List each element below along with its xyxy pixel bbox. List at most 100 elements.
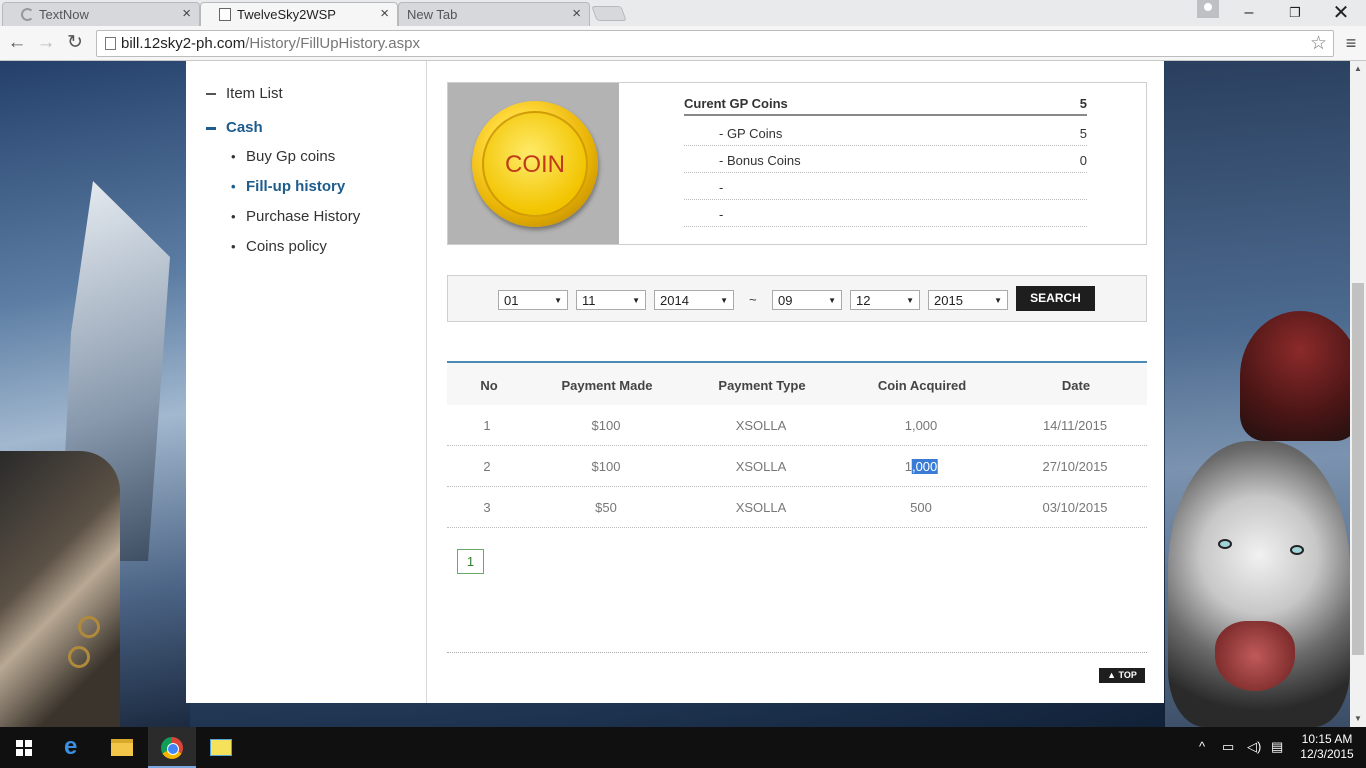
column-header: Payment Made	[561, 378, 653, 393]
taskbar-chrome[interactable]	[148, 727, 196, 768]
chrome-icon	[161, 737, 183, 759]
table-row: 2 $100 XSOLLA 1,000 27/10/2015	[447, 446, 1147, 487]
cell-coin: 500	[910, 500, 932, 515]
from-year-select[interactable]: 2014 ▼	[654, 290, 734, 310]
sidebar-item-buy-gp-coins[interactable]: Buy Gp coins	[231, 148, 335, 165]
taskbar-clock[interactable]: 10:15 AM 12/3/2015	[1300, 732, 1354, 762]
loading-icon	[21, 8, 34, 21]
taskbar-sticky-notes[interactable]	[197, 727, 245, 768]
browser-toolbar: ← → ↻ bill.12sky2-ph.com/History/FillUpH…	[0, 26, 1366, 61]
back-to-top-button[interactable]: ▲ TOP	[1099, 668, 1145, 683]
url-path: /History/FillUpHistory.aspx	[245, 35, 420, 52]
tab-twelvesky2wsp[interactable]: TwelveSky2WSP ×	[200, 2, 398, 26]
page-icon	[219, 8, 231, 21]
current-gp-value: 5	[1079, 96, 1087, 111]
cell-coin: 1,000	[904, 418, 938, 433]
cell-no: 2	[483, 459, 491, 474]
to-month-select[interactable]: 09 ▼	[772, 290, 842, 310]
from-month-select[interactable]: 01 ▼	[498, 290, 568, 310]
column-header: Date	[1061, 378, 1091, 393]
content-panel: Item List Cash Buy Gp coins Fill-up hist…	[186, 61, 1164, 703]
tab-label: TextNow	[39, 7, 89, 22]
new-tab-button[interactable]	[591, 6, 627, 21]
action-center-icon[interactable]: ▤	[1271, 739, 1283, 755]
taskbar-edge[interactable]: e	[50, 727, 98, 768]
fill-up-history-table: No Payment Made Payment Type Coin Acquir…	[447, 361, 1147, 528]
edge-browser-icon: e	[64, 733, 78, 760]
user-profile-icon[interactable]	[1197, 0, 1219, 18]
reload-icon[interactable]: ↻	[63, 31, 87, 55]
sticky-notes-icon	[210, 739, 232, 756]
row-value: 0	[1079, 153, 1087, 168]
scrollbar-thumb[interactable]	[1352, 283, 1364, 655]
start-button[interactable]	[0, 727, 48, 768]
gp-coins-row: - GP Coins 5	[684, 119, 1087, 146]
chevron-down-icon: ▼	[554, 296, 562, 305]
cell-date: 03/10/2015	[1042, 500, 1108, 515]
tab-new-tab[interactable]: New Tab ×	[398, 2, 590, 26]
from-day-select[interactable]: 11 ▼	[576, 290, 646, 310]
select-value: 2014	[660, 293, 689, 308]
collapse-dash-icon	[206, 93, 216, 96]
url-text: bill.12sky2-ph.com/History/FillUpHistory…	[121, 35, 420, 52]
close-tab-icon[interactable]: ×	[572, 5, 581, 22]
to-day-select[interactable]: 12 ▼	[850, 290, 920, 310]
date-range-separator: ~	[749, 292, 757, 307]
current-gp-coins: Curent GP Coins 5	[684, 96, 1087, 116]
row-value: 5	[1079, 126, 1087, 141]
cell-no: 3	[483, 500, 491, 515]
collapse-dash-icon	[206, 126, 216, 130]
sidebar-item-fill-up-history[interactable]: Fill-up history	[231, 178, 345, 195]
address-bar[interactable]: bill.12sky2-ph.com/History/FillUpHistory…	[96, 30, 1334, 57]
row-label: - Bonus Coins	[719, 153, 801, 168]
chevron-down-icon: ▼	[906, 296, 914, 305]
table-row: 1 $100 XSOLLA 1,000 14/11/2015	[447, 405, 1147, 446]
chevron-down-icon: ▼	[632, 296, 640, 305]
cell-payment: $100	[591, 418, 621, 433]
pagination-page-1[interactable]: 1	[457, 549, 484, 574]
background-ornament	[78, 616, 100, 638]
select-value: 09	[778, 293, 793, 308]
windows-taskbar: e ^ ▭ ◁) ▤ 10:15 AM 12/3/2015	[0, 727, 1366, 768]
page-viewport: Item List Cash Buy Gp coins Fill-up hist…	[0, 61, 1350, 727]
bonus-coins-row: - Bonus Coins 0	[684, 146, 1087, 173]
network-icon[interactable]: ▭	[1222, 739, 1234, 755]
cell-date: 27/10/2015	[1042, 459, 1108, 474]
back-arrow-icon[interactable]: ←	[5, 31, 29, 55]
chevron-down-icon: ▼	[828, 296, 836, 305]
restore-button[interactable]: ❐	[1272, 2, 1318, 24]
scroll-up-arrow-icon[interactable]: ▲	[1350, 61, 1366, 77]
sidebar-item-item-list[interactable]: Item List	[206, 85, 283, 102]
tab-label: TwelveSky2WSP	[237, 7, 336, 22]
cell-type: XSOLLA	[735, 500, 787, 515]
page-icon	[105, 37, 116, 50]
background-tiger-eye	[1290, 545, 1304, 555]
forward-arrow-icon[interactable]: →	[34, 31, 58, 55]
sidebar-item-coins-policy[interactable]: Coins policy	[231, 238, 327, 255]
sidebar-item-purchase-history[interactable]: Purchase History	[231, 208, 360, 225]
clock-time: 10:15 AM	[1301, 732, 1353, 746]
to-year-select[interactable]: 2015 ▼	[928, 290, 1008, 310]
row-label: - GP Coins	[719, 126, 783, 141]
minimize-button[interactable]: –	[1226, 2, 1272, 24]
close-window-button[interactable]: ✕	[1318, 2, 1364, 24]
sidebar-item-cash[interactable]: Cash	[206, 119, 263, 136]
current-gp-label: Curent GP Coins	[684, 96, 788, 111]
scroll-down-arrow-icon[interactable]: ▼	[1350, 711, 1366, 727]
column-header: Payment Type	[718, 378, 806, 393]
close-tab-icon[interactable]: ×	[380, 5, 389, 22]
show-hidden-icons[interactable]: ^	[1199, 739, 1205, 754]
search-button[interactable]: SEARCH	[1016, 286, 1095, 311]
background-tiger-mouth	[1215, 621, 1295, 691]
cell-no: 1	[483, 418, 491, 433]
chevron-down-icon: ▼	[994, 296, 1002, 305]
clock-date: 12/3/2015	[1300, 747, 1354, 761]
vertical-scrollbar[interactable]: ▲ ▼	[1350, 61, 1366, 727]
menu-icon[interactable]: ≡	[1341, 31, 1361, 55]
close-tab-icon[interactable]: ×	[182, 5, 191, 22]
bookmark-star-icon[interactable]: ☆	[1310, 32, 1327, 55]
taskbar-file-explorer[interactable]	[98, 727, 146, 768]
volume-icon[interactable]: ◁)	[1247, 739, 1261, 755]
selected-text: ,000	[911, 459, 938, 474]
tab-textnow[interactable]: TextNow ×	[2, 2, 200, 26]
